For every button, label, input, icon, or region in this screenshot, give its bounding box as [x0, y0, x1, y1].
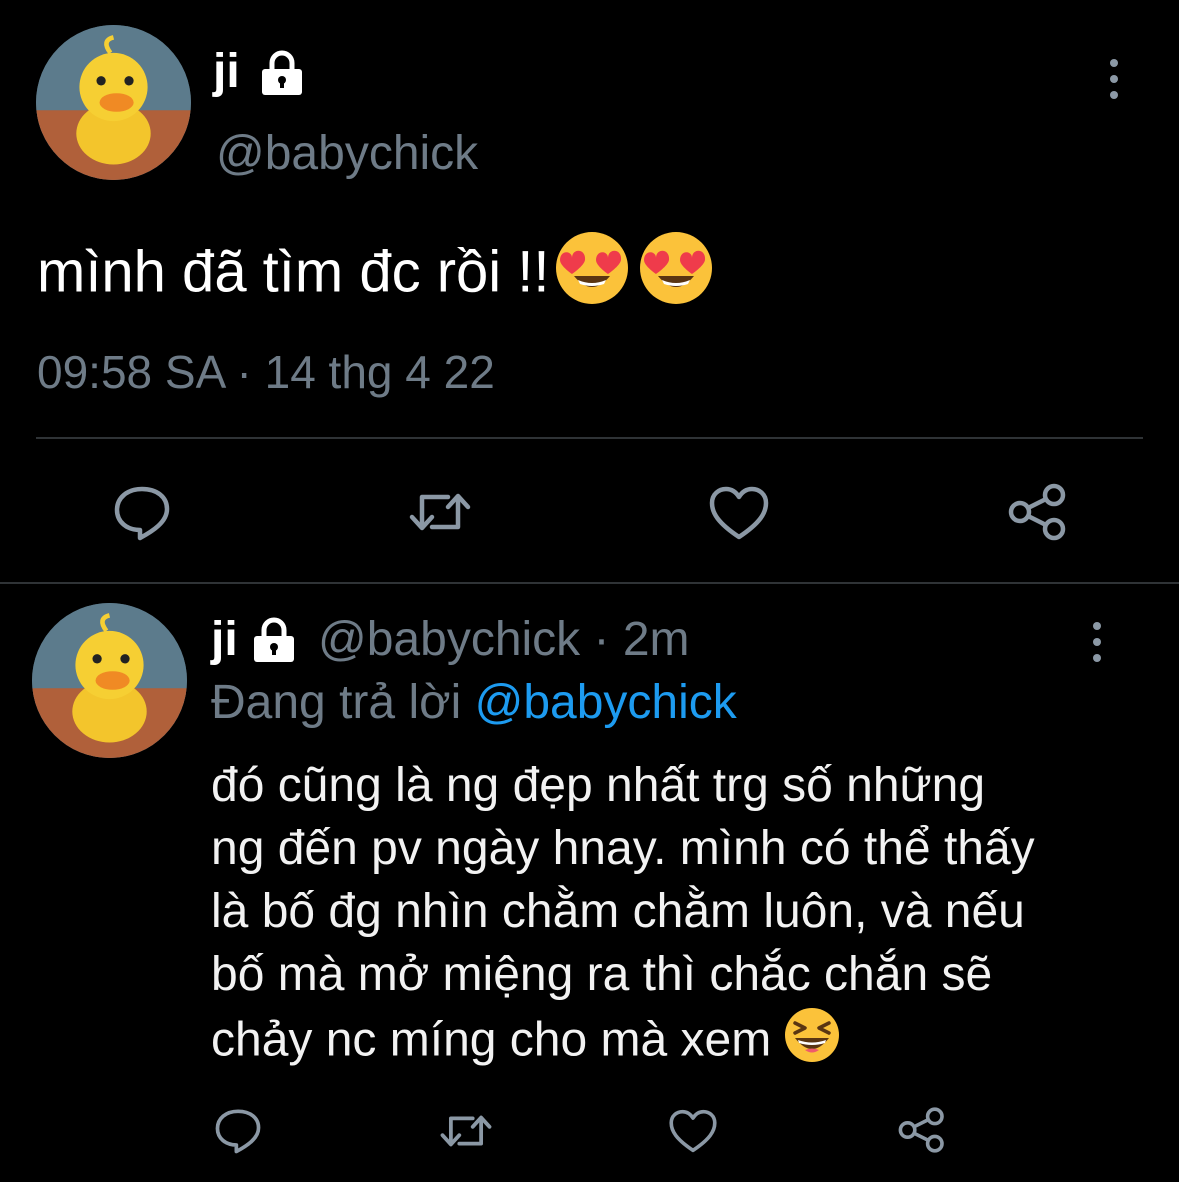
display-name[interactable]: ji	[211, 613, 238, 666]
duck-avatar-icon	[36, 25, 191, 180]
retweet-icon[interactable]	[439, 1110, 493, 1152]
separator-dot: ·	[236, 346, 252, 398]
like-icon[interactable]	[668, 1108, 718, 1154]
laughing-emoji	[783, 1006, 841, 1080]
reply-text-line: bố mà mở miệng ra thì chắc chắn sẽ	[211, 948, 993, 1001]
reply-text-line: chảy nc míng cho mà xem	[211, 1013, 772, 1067]
more-options-icon[interactable]	[1110, 59, 1118, 99]
handle[interactable]: @babychick	[318, 613, 580, 666]
tweet-age[interactable]: 2m	[623, 613, 690, 666]
lock-icon	[258, 50, 306, 96]
avatar[interactable]	[32, 603, 187, 758]
reply-text-line: ng đến pv ngày hnay. mình có thể thấy	[211, 822, 1035, 875]
heart-eyes-emoji	[554, 230, 630, 322]
heart-eyes-emoji	[638, 230, 714, 322]
reply-header: ji	[211, 612, 238, 668]
reply-meta: @babychick · 2m	[318, 612, 690, 668]
tweet-date: 14 thg 4 22	[264, 346, 495, 398]
divider	[0, 582, 1179, 584]
replying-to: Đang trả lời @babychick	[211, 675, 737, 731]
lock-icon	[250, 617, 298, 663]
share-icon[interactable]	[1007, 482, 1069, 542]
tweet-text-content: mình đã tìm đc rồi !!	[37, 239, 550, 305]
separator-dot: ·	[593, 613, 610, 666]
tweet-time: 09:58 SA	[37, 346, 224, 398]
avatar[interactable]	[36, 25, 191, 180]
reply-text-line: đó cũng là ng đẹp nhất trg số những	[211, 759, 986, 812]
retweet-icon[interactable]	[408, 487, 472, 537]
duck-avatar-icon	[32, 603, 187, 758]
divider	[36, 437, 1143, 439]
handle[interactable]: @babychick	[216, 126, 478, 182]
display-name[interactable]: ji	[213, 44, 240, 100]
more-options-icon[interactable]	[1093, 622, 1101, 662]
replying-prefix: Đang trả lời	[211, 676, 462, 729]
like-icon[interactable]	[708, 485, 770, 541]
reply-text-line: là bố đg nhìn chằm chằm luôn, và nếu	[211, 885, 1025, 938]
reply-icon[interactable]	[113, 485, 171, 541]
reply-icon[interactable]	[214, 1108, 262, 1154]
timestamp[interactable]: 09:58 SA · 14 thg 4 22	[37, 344, 495, 400]
reply-text: đó cũng là ng đẹp nhất trg số những ng đ…	[211, 754, 1151, 1080]
replying-to-link[interactable]: @babychick	[475, 676, 737, 729]
tweet-text: mình đã tìm đc rồi !!	[37, 230, 714, 322]
share-icon[interactable]	[897, 1106, 947, 1154]
